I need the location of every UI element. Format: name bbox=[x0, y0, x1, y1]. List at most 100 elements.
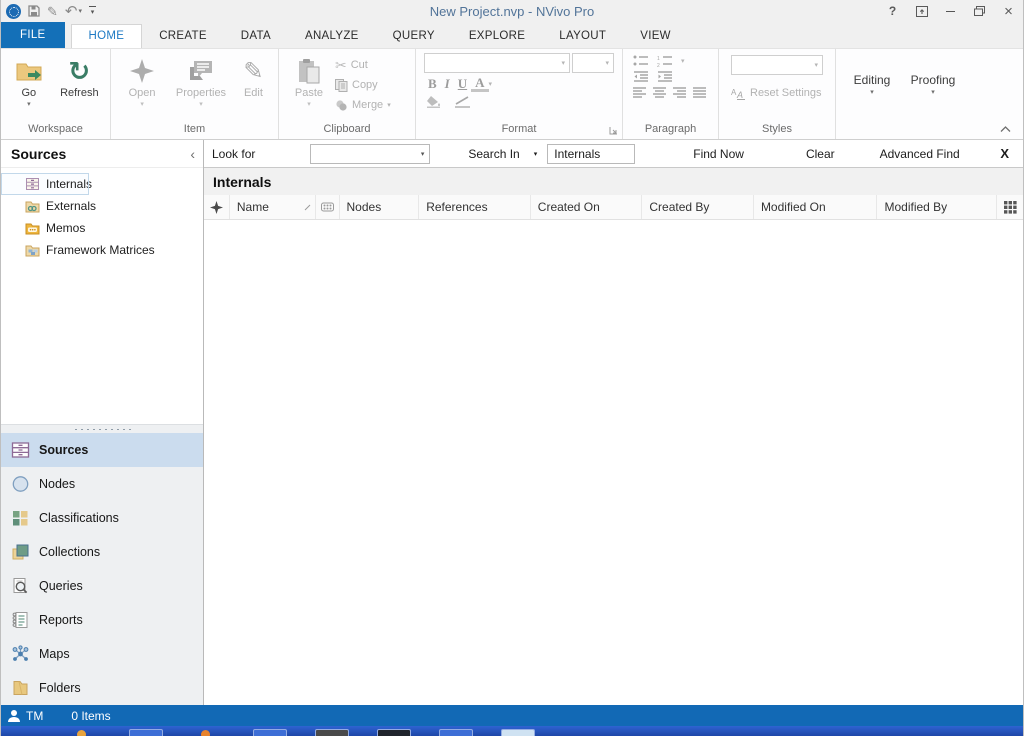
nav-item-folders[interactable]: Folders bbox=[1, 671, 203, 705]
column-header-name[interactable]: Name bbox=[230, 195, 316, 219]
taskbar-app-button[interactable] bbox=[315, 729, 349, 736]
tree-item-externals[interactable]: Externals bbox=[1, 195, 203, 217]
close-find-bar-button[interactable]: X bbox=[1000, 146, 1009, 161]
reset-settings-button[interactable]: AA Reset Settings bbox=[731, 83, 822, 103]
sidebar-splitter-handle[interactable] bbox=[1, 424, 203, 433]
font-color-button[interactable]: A bbox=[471, 77, 488, 92]
taskbar-app-icon[interactable] bbox=[77, 730, 86, 736]
find-now-button[interactable]: Find Now bbox=[693, 147, 744, 161]
collapse-ribbon-icon[interactable] bbox=[1000, 126, 1011, 133]
nav-item-maps[interactable]: Maps bbox=[1, 637, 203, 671]
underline-button[interactable]: U bbox=[454, 76, 471, 92]
taskbar-app-button[interactable] bbox=[501, 729, 535, 736]
help-button[interactable]: ? bbox=[878, 0, 907, 22]
window-controls: ? × bbox=[878, 0, 1023, 22]
tab-analyze[interactable]: ANALYZE bbox=[288, 25, 376, 48]
look-for-combobox[interactable]: ▾ bbox=[310, 144, 430, 164]
increase-indent-icon[interactable] bbox=[657, 71, 673, 83]
taskbar-app-button[interactable] bbox=[377, 729, 411, 736]
paste-button[interactable]: Paste ▾ bbox=[289, 53, 329, 108]
tree-item-memos[interactable]: Memos bbox=[1, 217, 203, 239]
memos-folder-icon bbox=[25, 221, 40, 235]
close-button[interactable]: × bbox=[994, 0, 1023, 22]
go-button[interactable]: Go ▾ bbox=[7, 53, 51, 108]
bullet-list-icon[interactable] bbox=[633, 55, 649, 67]
fill-color-icon[interactable] bbox=[426, 95, 442, 108]
undo-dropdown-icon[interactable]: ▾ bbox=[78, 7, 82, 15]
minimize-button[interactable] bbox=[936, 0, 965, 22]
collapse-sidebar-icon[interactable]: ‹ bbox=[190, 146, 195, 162]
edit-button[interactable]: ✎ Edit bbox=[235, 53, 272, 99]
go-dropdown-icon[interactable]: ▾ bbox=[27, 100, 31, 108]
taskbar-app-button[interactable] bbox=[253, 729, 287, 736]
save-icon[interactable] bbox=[28, 5, 40, 17]
search-scope-box[interactable]: Internals bbox=[547, 144, 635, 164]
font-size-combobox[interactable]: ▾ bbox=[572, 53, 614, 73]
align-center-icon[interactable] bbox=[653, 87, 667, 98]
font-name-combobox[interactable]: ▾ bbox=[424, 53, 570, 73]
bold-button[interactable]: B bbox=[424, 76, 441, 92]
column-header-modified-on[interactable]: Modified On bbox=[754, 195, 878, 219]
customize-toolbar-icon[interactable]: ▾ bbox=[89, 6, 96, 16]
nav-item-collections[interactable]: Collections bbox=[1, 535, 203, 569]
ribbon-display-options-button[interactable] bbox=[907, 0, 936, 22]
column-chooser-button[interactable] bbox=[997, 195, 1023, 219]
nvivo-app-icon[interactable] bbox=[6, 4, 21, 19]
nav-item-nodes[interactable]: Nodes bbox=[1, 467, 203, 501]
italic-button[interactable]: I bbox=[441, 76, 454, 92]
font-color-dropdown-icon[interactable]: ▾ bbox=[489, 80, 493, 88]
tab-layout[interactable]: LAYOUT bbox=[542, 25, 623, 48]
tab-home[interactable]: HOME bbox=[71, 24, 143, 48]
refresh-button[interactable]: ↻ Refresh bbox=[55, 53, 104, 99]
column-header-created-by[interactable]: Created By bbox=[642, 195, 754, 219]
numbered-list-icon[interactable]: 12 bbox=[657, 55, 673, 67]
align-right-icon[interactable] bbox=[673, 87, 687, 98]
column-header-created-on[interactable]: Created On bbox=[531, 195, 643, 219]
justify-icon[interactable] bbox=[693, 87, 707, 98]
clear-button[interactable]: Clear bbox=[806, 147, 835, 161]
properties-button[interactable]: Properties ▾ bbox=[173, 53, 229, 108]
taskbar-app-button[interactable] bbox=[129, 729, 163, 736]
format-dialog-launcher-icon[interactable] bbox=[609, 126, 618, 135]
tab-query[interactable]: QUERY bbox=[376, 25, 452, 48]
tree-item-framework-matrices[interactable]: Framework Matrices bbox=[1, 239, 203, 261]
column-header-references[interactable]: References bbox=[419, 195, 531, 219]
tab-file[interactable]: FILE bbox=[1, 22, 65, 48]
nav-item-classifications[interactable]: Classifications bbox=[1, 501, 203, 535]
tab-data[interactable]: DATA bbox=[224, 25, 288, 48]
column-header-nodes[interactable]: Nodes bbox=[340, 195, 420, 219]
list-view-empty-area[interactable] bbox=[204, 220, 1023, 705]
editing-dropdown-icon[interactable]: ▾ bbox=[870, 88, 874, 96]
folders-icon bbox=[11, 679, 30, 697]
tab-view[interactable]: VIEW bbox=[623, 25, 688, 48]
advanced-find-button[interactable]: Advanced Find bbox=[880, 147, 960, 161]
search-in-dropdown[interactable]: Search In ▾ bbox=[468, 147, 537, 161]
framework-matrices-folder-icon bbox=[25, 243, 40, 257]
line-style-icon[interactable] bbox=[454, 95, 472, 108]
proofing-button[interactable]: Proofing ▾ bbox=[906, 71, 960, 96]
decrease-indent-icon[interactable] bbox=[633, 71, 649, 83]
tree-item-internals[interactable]: Internals bbox=[1, 173, 89, 195]
nav-item-sources[interactable]: Sources bbox=[1, 433, 203, 467]
column-header-link[interactable] bbox=[316, 195, 340, 219]
open-button[interactable]: Open ▾ bbox=[117, 53, 167, 108]
restore-button[interactable] bbox=[965, 0, 994, 22]
style-combobox[interactable]: ▾ bbox=[731, 55, 823, 75]
edit-quick-icon[interactable]: ✎ bbox=[47, 5, 58, 18]
cut-button[interactable]: ✂ Cut bbox=[335, 55, 391, 75]
undo-button[interactable]: ↶ ▾ bbox=[65, 5, 82, 18]
proofing-dropdown-icon[interactable]: ▾ bbox=[931, 88, 935, 96]
column-header-star[interactable] bbox=[204, 195, 230, 219]
nav-item-reports[interactable]: Reports bbox=[1, 603, 203, 637]
align-left-icon[interactable] bbox=[633, 87, 647, 98]
copy-button[interactable]: Copy bbox=[335, 75, 391, 95]
merge-button[interactable]: Merge ▾ bbox=[335, 95, 391, 115]
tab-create[interactable]: CREATE bbox=[142, 25, 224, 48]
tab-explore[interactable]: EXPLORE bbox=[452, 25, 542, 48]
column-header-modified-by[interactable]: Modified By bbox=[877, 195, 997, 219]
editing-button[interactable]: Editing ▾ bbox=[848, 71, 896, 96]
taskbar-app-button[interactable] bbox=[439, 729, 473, 736]
list-dropdown-icon[interactable]: ▾ bbox=[681, 57, 685, 65]
nav-item-queries[interactable]: Queries bbox=[1, 569, 203, 603]
taskbar-app-icon[interactable] bbox=[201, 730, 210, 736]
